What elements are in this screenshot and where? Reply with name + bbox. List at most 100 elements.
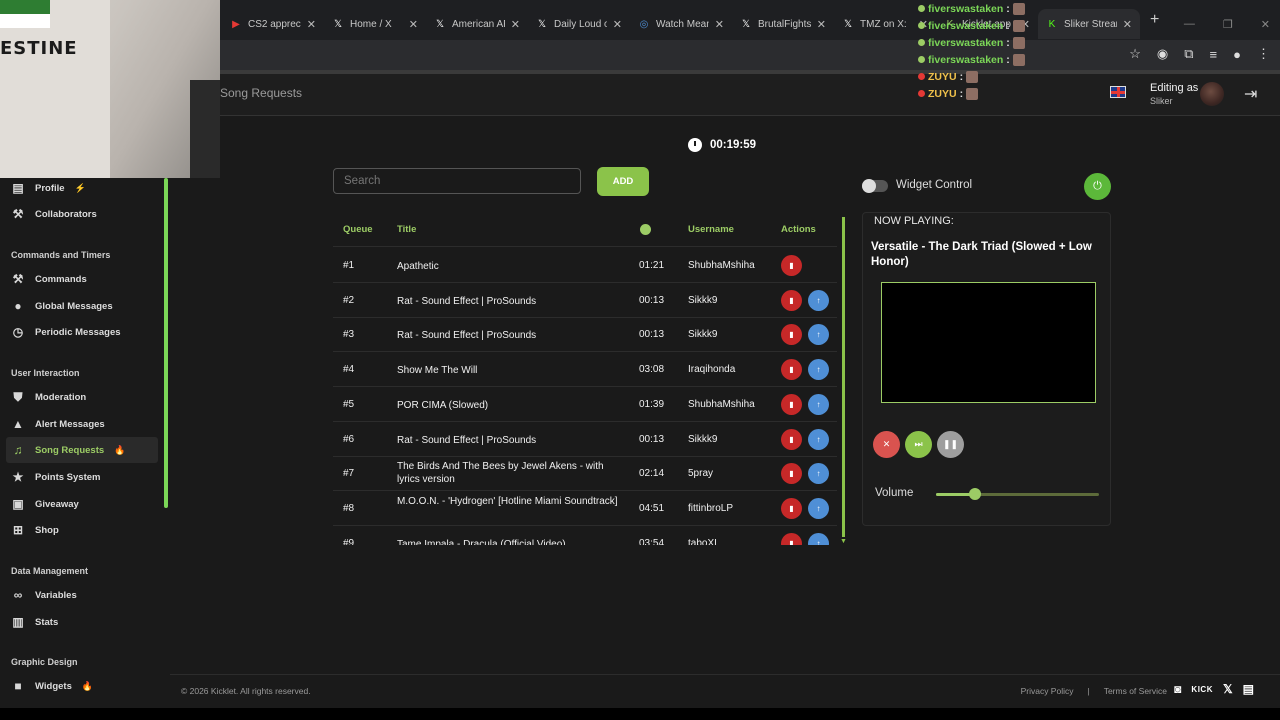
move-up-button[interactable]: ↑ <box>808 289 829 311</box>
minimize-icon[interactable]: — <box>1184 18 1195 31</box>
chat-message: fiverswastaken: <box>918 0 1038 17</box>
volume-handle[interactable] <box>969 488 982 500</box>
delete-button[interactable]: ▮ <box>781 497 802 519</box>
profile-circle-icon[interactable]: ● <box>1233 47 1241 62</box>
media-icon[interactable]: ≡ <box>1210 47 1218 62</box>
x-icon[interactable]: 𝕏 <box>1223 682 1233 696</box>
footer-separator: | <box>1087 686 1090 696</box>
tab-title: American AF up <box>452 18 505 30</box>
tab-title: TMZ on X: <box>860 18 907 30</box>
col-actions: Actions <box>781 224 816 235</box>
move-up-button[interactable]: ↑ <box>808 463 829 485</box>
delete-button[interactable]: ▮ <box>781 463 802 485</box>
move-up-button[interactable]: ↑ <box>808 393 829 415</box>
maximize-icon[interactable]: ❐ <box>1223 18 1233 31</box>
browser-tab[interactable]: 𝕏 Daily Loud on ✕ <box>528 9 630 39</box>
bookmark-star-icon[interactable]: ☆ <box>1129 46 1141 62</box>
logout-icon[interactable]: ⇥ <box>1244 84 1257 104</box>
sidebar-item-global-messages[interactable]: ● Global Messages <box>6 293 158 319</box>
browser-tab[interactable]: 𝕏 American AF up ✕ <box>426 9 528 39</box>
tab-close-icon[interactable]: ✕ <box>409 18 418 31</box>
pause-button[interactable]: ❚❚ <box>937 431 964 458</box>
song-title: Apathetic <box>397 261 439 272</box>
widget-control-toggle[interactable] <box>862 179 888 193</box>
requester-username: Sikkk9 <box>688 294 718 306</box>
sidebar-item-commands[interactable]: ⚒ Commands <box>6 266 158 292</box>
document-icon[interactable]: ▤ <box>1243 682 1254 696</box>
avatar[interactable] <box>1200 82 1224 106</box>
discord-icon[interactable]: ◙ <box>1174 682 1181 696</box>
tab-close-icon[interactable]: ✕ <box>511 18 520 31</box>
song-duration: 00:13 <box>639 433 665 445</box>
tab-close-icon[interactable]: ✕ <box>715 18 724 31</box>
new-tab-button[interactable]: + <box>1150 11 1159 29</box>
search-input[interactable] <box>333 168 581 194</box>
browser-tab[interactable]: ▶ CS2 appreciation ✕ <box>222 9 324 39</box>
add-song-button[interactable]: ADD <box>597 167 649 196</box>
tab-close-icon[interactable]: ✕ <box>307 18 316 31</box>
sidebar-item-giveaway[interactable]: ▣ Giveaway <box>6 491 158 517</box>
chat-username: fiverswastaken <box>928 53 1004 66</box>
browser-tab[interactable]: ◎ Watch Meaning ✕ <box>630 9 732 39</box>
profile-icon: ▤ <box>12 181 24 195</box>
delete-button[interactable]: ▮ <box>781 324 802 346</box>
browser-tab[interactable]: K Sliker Stream ✕ <box>1038 9 1140 39</box>
move-up-button[interactable]: ↑ <box>808 532 829 545</box>
sidebar-item-label: Giveaway <box>35 498 79 510</box>
sidebar-scrollbar[interactable] <box>164 178 168 508</box>
delete-button[interactable]: ▮ <box>781 289 802 311</box>
close-window-icon[interactable]: ✕ <box>1261 18 1270 31</box>
sidebar-item-alert-messages[interactable]: ▲ Alert Messages <box>6 411 158 437</box>
sidebar-item-variables[interactable]: ∞ Variables <box>6 582 158 608</box>
delete-button[interactable]: ▮ <box>781 532 802 545</box>
sidebar-item-song-requests[interactable]: ♫ Song Requests 🔥 <box>6 437 158 463</box>
table-row: #4 Show Me The Will 03:08 Iraqihonda ▮ ↑ <box>333 352 837 388</box>
song-duration: 04:51 <box>639 502 665 514</box>
volume-slider[interactable] <box>936 488 1099 500</box>
browser-menu-icon[interactable]: ⋮ <box>1257 46 1270 62</box>
scroll-down-icon[interactable]: ▼ <box>840 538 847 545</box>
uk-flag-icon[interactable] <box>1110 86 1126 98</box>
delete-button[interactable]: ▮ <box>781 359 802 381</box>
extension-icon[interactable]: ◉ <box>1157 46 1168 62</box>
skip-button[interactable]: ⏭ <box>905 431 932 458</box>
stop-button[interactable]: ✕ <box>873 431 900 458</box>
video-player[interactable] <box>881 282 1096 403</box>
song-title: POR CIMA (Slowed) <box>397 399 489 411</box>
move-up-button[interactable]: ↑ <box>808 497 829 519</box>
sidebar-badge: ⚡ <box>74 182 86 193</box>
terms-link[interactable]: Terms of Service <box>1104 686 1167 696</box>
move-up-button[interactable]: ↑ <box>808 324 829 346</box>
emote-icon <box>1012 2 1025 15</box>
delete-button[interactable]: ▮ <box>781 428 802 450</box>
tab-close-icon[interactable]: ✕ <box>613 18 622 31</box>
browser-tab[interactable]: 𝕏 BrutalFights ✕ <box>732 9 834 39</box>
webcam-flag-stripe <box>0 14 50 28</box>
power-button[interactable]: ⏻ <box>1084 173 1111 200</box>
queue-position: #8 <box>343 502 355 514</box>
sidebar-item-profile[interactable]: ▤ Profile ⚡ <box>6 175 158 201</box>
privacy-link[interactable]: Privacy Policy <box>1021 686 1074 696</box>
sidebar-item-widgets[interactable]: ■ Widgets 🔥 <box>6 673 158 699</box>
puzzle-icon[interactable]: ⧉ <box>1184 46 1193 62</box>
sidebar-item-periodic-messages[interactable]: ◷ Periodic Messages <box>6 319 158 345</box>
chat-message: fiverswastaken: <box>918 51 1038 68</box>
sidebar-item-points-system[interactable]: ★ Points System <box>6 464 158 490</box>
kick-icon[interactable]: KICK <box>1191 685 1213 694</box>
sidebar-item-shop[interactable]: ⊞ Shop <box>6 517 158 543</box>
queue-scrollbar[interactable] <box>842 217 845 537</box>
sidebar-item-collaborators[interactable]: ⚒ Collaborators <box>6 201 158 227</box>
sidebar-item-moderation[interactable]: ⛊ Moderation <box>6 384 158 410</box>
sidebar-item-stats[interactable]: ▥ Stats <box>6 609 158 635</box>
tab-title: CS2 appreciation <box>248 18 301 30</box>
delete-button[interactable]: ▮ <box>781 255 802 276</box>
delete-button[interactable]: ▮ <box>781 393 802 415</box>
tab-close-icon[interactable]: ✕ <box>817 18 826 31</box>
tab-close-icon[interactable]: ✕ <box>1123 18 1132 31</box>
queue-position: #9 <box>343 537 355 545</box>
song-title: Rat - Sound Effect | ProSounds <box>397 434 537 446</box>
song-duration: 00:13 <box>639 329 665 341</box>
move-up-button[interactable]: ↑ <box>808 428 829 450</box>
move-up-button[interactable]: ↑ <box>808 359 829 381</box>
browser-tab[interactable]: 𝕏 Home / X ✕ <box>324 9 426 39</box>
